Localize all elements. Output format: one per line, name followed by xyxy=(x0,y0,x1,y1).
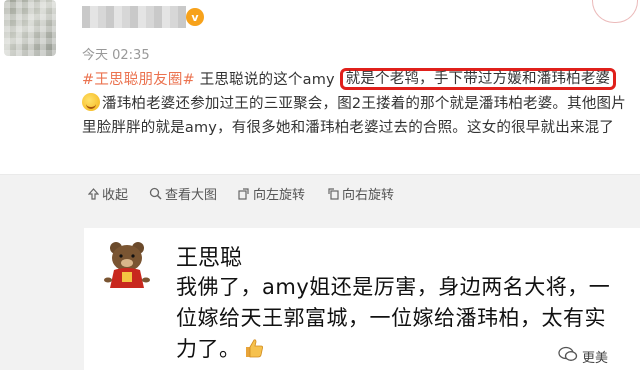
view-large-button[interactable]: 查看大图 xyxy=(149,184,217,203)
post-timestamp: 今天 02:35 xyxy=(82,48,150,63)
hashtag-link[interactable]: #王思聪朋友圈# xyxy=(82,72,195,88)
rotate-right-label: 向右旋转 xyxy=(342,188,395,203)
comment-text: 我佛了，amy姐还是厉害，身边两名大将，一位嫁给天王郭富城，一位嫁给潘玮柏，太有… xyxy=(176,275,611,361)
grin-emoji-icon xyxy=(82,93,100,111)
rotate-left-icon xyxy=(238,187,250,200)
magnifier-icon xyxy=(149,187,162,200)
watermark-label: 更美 xyxy=(582,350,609,366)
image-toolbar: 收起 查看大图 向左旋转 向右旋转 xyxy=(0,174,640,211)
vip-badge-icon: v xyxy=(186,8,204,26)
brand-watermark: 更美 xyxy=(558,346,608,366)
post-text-part2: 潘玮柏老婆还参加过王的三亚聚会，图2王搂着的那个就是潘玮柏老婆。其他图片里脸胖胖… xyxy=(82,96,626,136)
bear-avatar-icon xyxy=(100,236,156,292)
poster-avatar[interactable] xyxy=(4,0,56,56)
rotate-left-button[interactable]: 向左旋转 xyxy=(238,184,305,203)
collapse-label: 收起 xyxy=(102,188,129,203)
wechat-logo-icon xyxy=(558,346,578,366)
poster-name-mosaic[interactable] xyxy=(82,6,186,28)
post-body: #王思聪朋友圈# 王思聪说的这个amy 就是个老鸨，手下带过方媛和潘玮柏老婆 潘… xyxy=(82,68,638,140)
collapse-up-arrow-icon xyxy=(88,187,99,200)
rotate-right-icon xyxy=(327,187,339,200)
highlighted-phrase: 就是个老鸨，手下带过方媛和潘玮柏老婆 xyxy=(339,68,617,90)
thumbs-up-icon xyxy=(243,337,265,368)
post-text-part1: 王思聪说的这个amy xyxy=(194,72,335,88)
rotate-right-button[interactable]: 向右旋转 xyxy=(327,184,394,203)
rotate-left-label: 向左旋转 xyxy=(253,188,306,203)
collapse-button[interactable]: 收起 xyxy=(88,184,128,203)
comment-text-block: 我佛了，amy姐还是厉害，身边两名大将，一位嫁给天王郭富城，一位嫁给潘玮柏，太有… xyxy=(176,272,616,368)
comment-author: 王思聪 xyxy=(176,246,243,271)
view-large-label: 查看大图 xyxy=(165,188,218,203)
